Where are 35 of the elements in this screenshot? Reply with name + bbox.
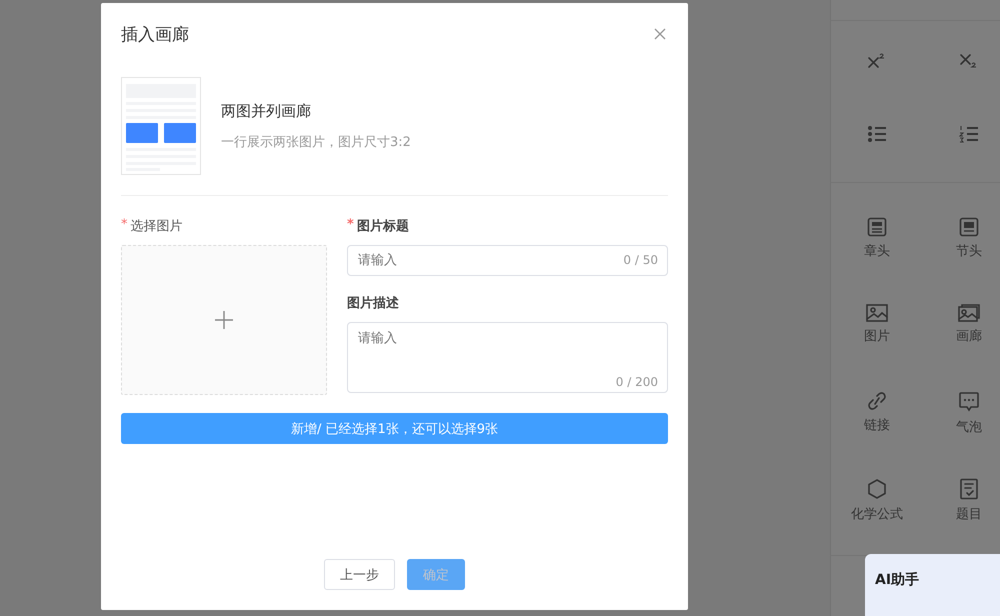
gallery-icon xyxy=(958,304,980,322)
toolbar-item[interactable]: 题目 xyxy=(956,478,982,528)
toolbar-item[interactable]: 章头 xyxy=(864,217,890,267)
document-icon xyxy=(867,217,887,237)
field-label: 选择图片 xyxy=(130,218,182,235)
plus-icon xyxy=(215,311,233,329)
link-icon xyxy=(866,391,888,411)
character-counter: 0 / 200 xyxy=(616,375,658,389)
checklist-icon xyxy=(959,478,979,500)
character-counter: 0 / 50 xyxy=(623,253,658,267)
field-label: 图片描述 xyxy=(347,295,399,312)
image-icon xyxy=(866,304,888,322)
hexagon-icon xyxy=(867,478,887,500)
speech-bubble-icon xyxy=(958,391,980,413)
superscript-icon[interactable] xyxy=(867,52,887,70)
close-icon[interactable] xyxy=(654,28,666,40)
document-icon xyxy=(959,217,979,237)
toolbar-item[interactable]: 画廊 xyxy=(956,304,982,354)
add-button[interactable]: 新增/ 已经选择1张，还可以选择9张 xyxy=(121,413,668,444)
field-label: 图片标题 xyxy=(356,218,409,235)
back-button[interactable]: 上一步 xyxy=(324,559,395,590)
toolbar-item[interactable]: 图片 xyxy=(864,304,890,354)
panel-title: AI助手 xyxy=(875,571,920,589)
template-name: 两图并列画廊 xyxy=(221,102,312,120)
dialog-title: 插入画廊 xyxy=(121,24,189,46)
toolbar-item[interactable]: 化学公式 xyxy=(851,478,903,528)
numbered-list-icon[interactable] xyxy=(959,124,979,142)
required-mark: * xyxy=(121,217,128,234)
toolbar-item[interactable]: 链接 xyxy=(864,391,890,441)
template-description: 一行展示两张图片，图片尺寸3:2 xyxy=(221,134,411,150)
toolbar-item[interactable]: 节头 xyxy=(956,217,982,267)
subscript-icon[interactable] xyxy=(959,52,979,70)
toolbar-item[interactable]: 气泡 xyxy=(956,391,982,441)
required-mark: * xyxy=(347,217,354,234)
bullet-list-icon[interactable] xyxy=(867,124,887,142)
